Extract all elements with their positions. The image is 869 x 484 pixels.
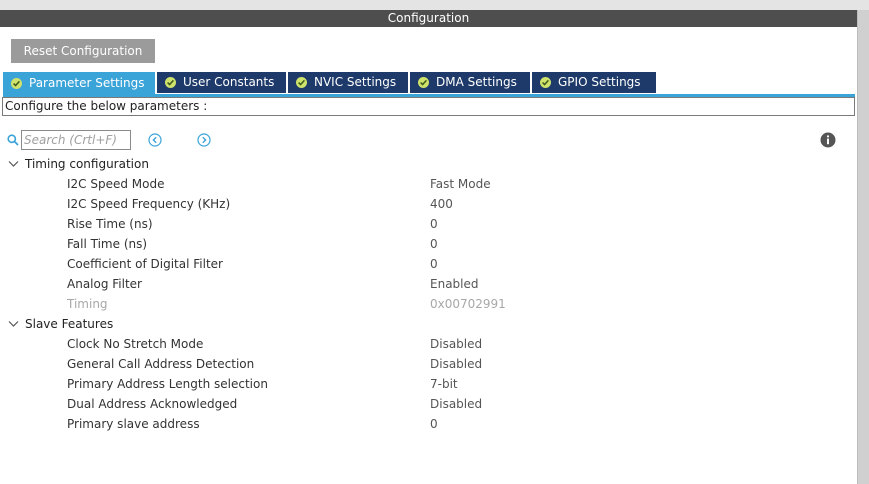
param-name: Primary slave address: [67, 417, 200, 431]
group-title: Slave Features: [25, 317, 114, 331]
param-value[interactable]: Fast Mode: [430, 174, 491, 194]
param-row[interactable]: Fall Time (ns) 0: [0, 234, 857, 254]
check-circle-icon: [296, 77, 307, 88]
check-circle-icon: [165, 77, 176, 88]
param-value[interactable]: Disabled: [430, 394, 482, 414]
param-row[interactable]: General Call Address Detection Disabled: [0, 354, 857, 374]
param-row[interactable]: Analog Filter Enabled: [0, 274, 857, 294]
tab-dma-settings[interactable]: DMA Settings: [410, 72, 530, 93]
tab-user-constants[interactable]: User Constants: [157, 72, 286, 93]
search-icon[interactable]: [7, 134, 19, 149]
check-circle-icon: [418, 77, 429, 88]
param-value[interactable]: 7-bit: [430, 374, 458, 394]
param-value[interactable]: 0: [430, 214, 438, 234]
param-row[interactable]: Coefficient of Digital Filter 0: [0, 254, 857, 274]
param-value[interactable]: 400: [430, 194, 453, 214]
check-circle-icon: [540, 77, 551, 88]
param-name: I2C Speed Frequency (KHz): [67, 197, 231, 211]
param-name: I2C Speed Mode: [67, 177, 165, 191]
info-icon[interactable]: [820, 132, 836, 151]
param-name: Clock No Stretch Mode: [67, 337, 204, 351]
param-row-disabled: Timing 0x00702991: [0, 294, 857, 314]
param-name: Fall Time (ns): [67, 237, 148, 251]
chevron-down-icon: [8, 161, 19, 167]
param-name: Rise Time (ns): [67, 217, 153, 231]
param-row[interactable]: Dual Address Acknowledged Disabled: [0, 394, 857, 414]
circle-chevron-right-icon[interactable]: [197, 133, 211, 150]
param-name: General Call Address Detection: [67, 357, 255, 371]
group-title: Timing configuration: [25, 157, 149, 171]
tab-label: GPIO Settings: [558, 75, 641, 89]
param-name: Primary Address Length selection: [67, 377, 268, 391]
description-box: Configure the below parameters :: [2, 97, 855, 116]
tab-parameter-settings[interactable]: Parameter Settings: [3, 72, 155, 94]
tab-label: NVIC Settings: [314, 75, 397, 89]
vertical-scrollbar[interactable]: [857, 10, 869, 484]
param-row[interactable]: Primary slave address 0: [0, 414, 857, 434]
param-row[interactable]: Rise Time (ns) 0: [0, 214, 857, 234]
circle-chevron-left-icon[interactable]: [148, 133, 162, 150]
tab-gpio-settings[interactable]: GPIO Settings: [532, 72, 656, 93]
group-slave-features[interactable]: Slave Features: [8, 314, 113, 334]
param-value[interactable]: Disabled: [430, 354, 482, 374]
param-name: Dual Address Acknowledged: [67, 397, 238, 411]
configuration-panel: Configuration Reset Configuration Parame…: [0, 10, 857, 484]
panel-title: Configuration: [0, 10, 857, 27]
tab-label: User Constants: [183, 75, 275, 89]
check-circle-icon: [11, 77, 22, 89]
param-value[interactable]: Enabled: [430, 274, 479, 294]
param-name: Timing: [67, 297, 108, 311]
param-row[interactable]: I2C Speed Mode Fast Mode: [0, 174, 857, 194]
tab-label: Parameter Settings: [29, 75, 145, 90]
param-value[interactable]: 0: [430, 414, 438, 434]
param-row[interactable]: I2C Speed Frequency (KHz) 400: [0, 194, 857, 214]
param-value: 0x00702991: [430, 297, 506, 311]
tab-bar: Parameter Settings User Constants NVIC S…: [3, 72, 658, 94]
param-value[interactable]: 0: [430, 254, 438, 274]
param-row[interactable]: Primary Address Length selection 7-bit: [0, 374, 857, 394]
param-row[interactable]: Clock No Stretch Mode Disabled: [0, 334, 857, 354]
tab-nvic-settings[interactable]: NVIC Settings: [288, 72, 408, 93]
tab-label: DMA Settings: [436, 75, 517, 89]
reset-configuration-button[interactable]: Reset Configuration: [11, 39, 155, 63]
chevron-down-icon: [8, 321, 19, 327]
param-value[interactable]: 0: [430, 234, 438, 254]
param-name: Coefficient of Digital Filter: [67, 257, 223, 271]
group-timing-configuration[interactable]: Timing configuration: [8, 154, 149, 174]
search-input[interactable]: [21, 130, 131, 150]
top-strip: [0, 0, 869, 10]
param-value[interactable]: Disabled: [430, 334, 482, 354]
param-name: Analog Filter: [67, 277, 142, 291]
